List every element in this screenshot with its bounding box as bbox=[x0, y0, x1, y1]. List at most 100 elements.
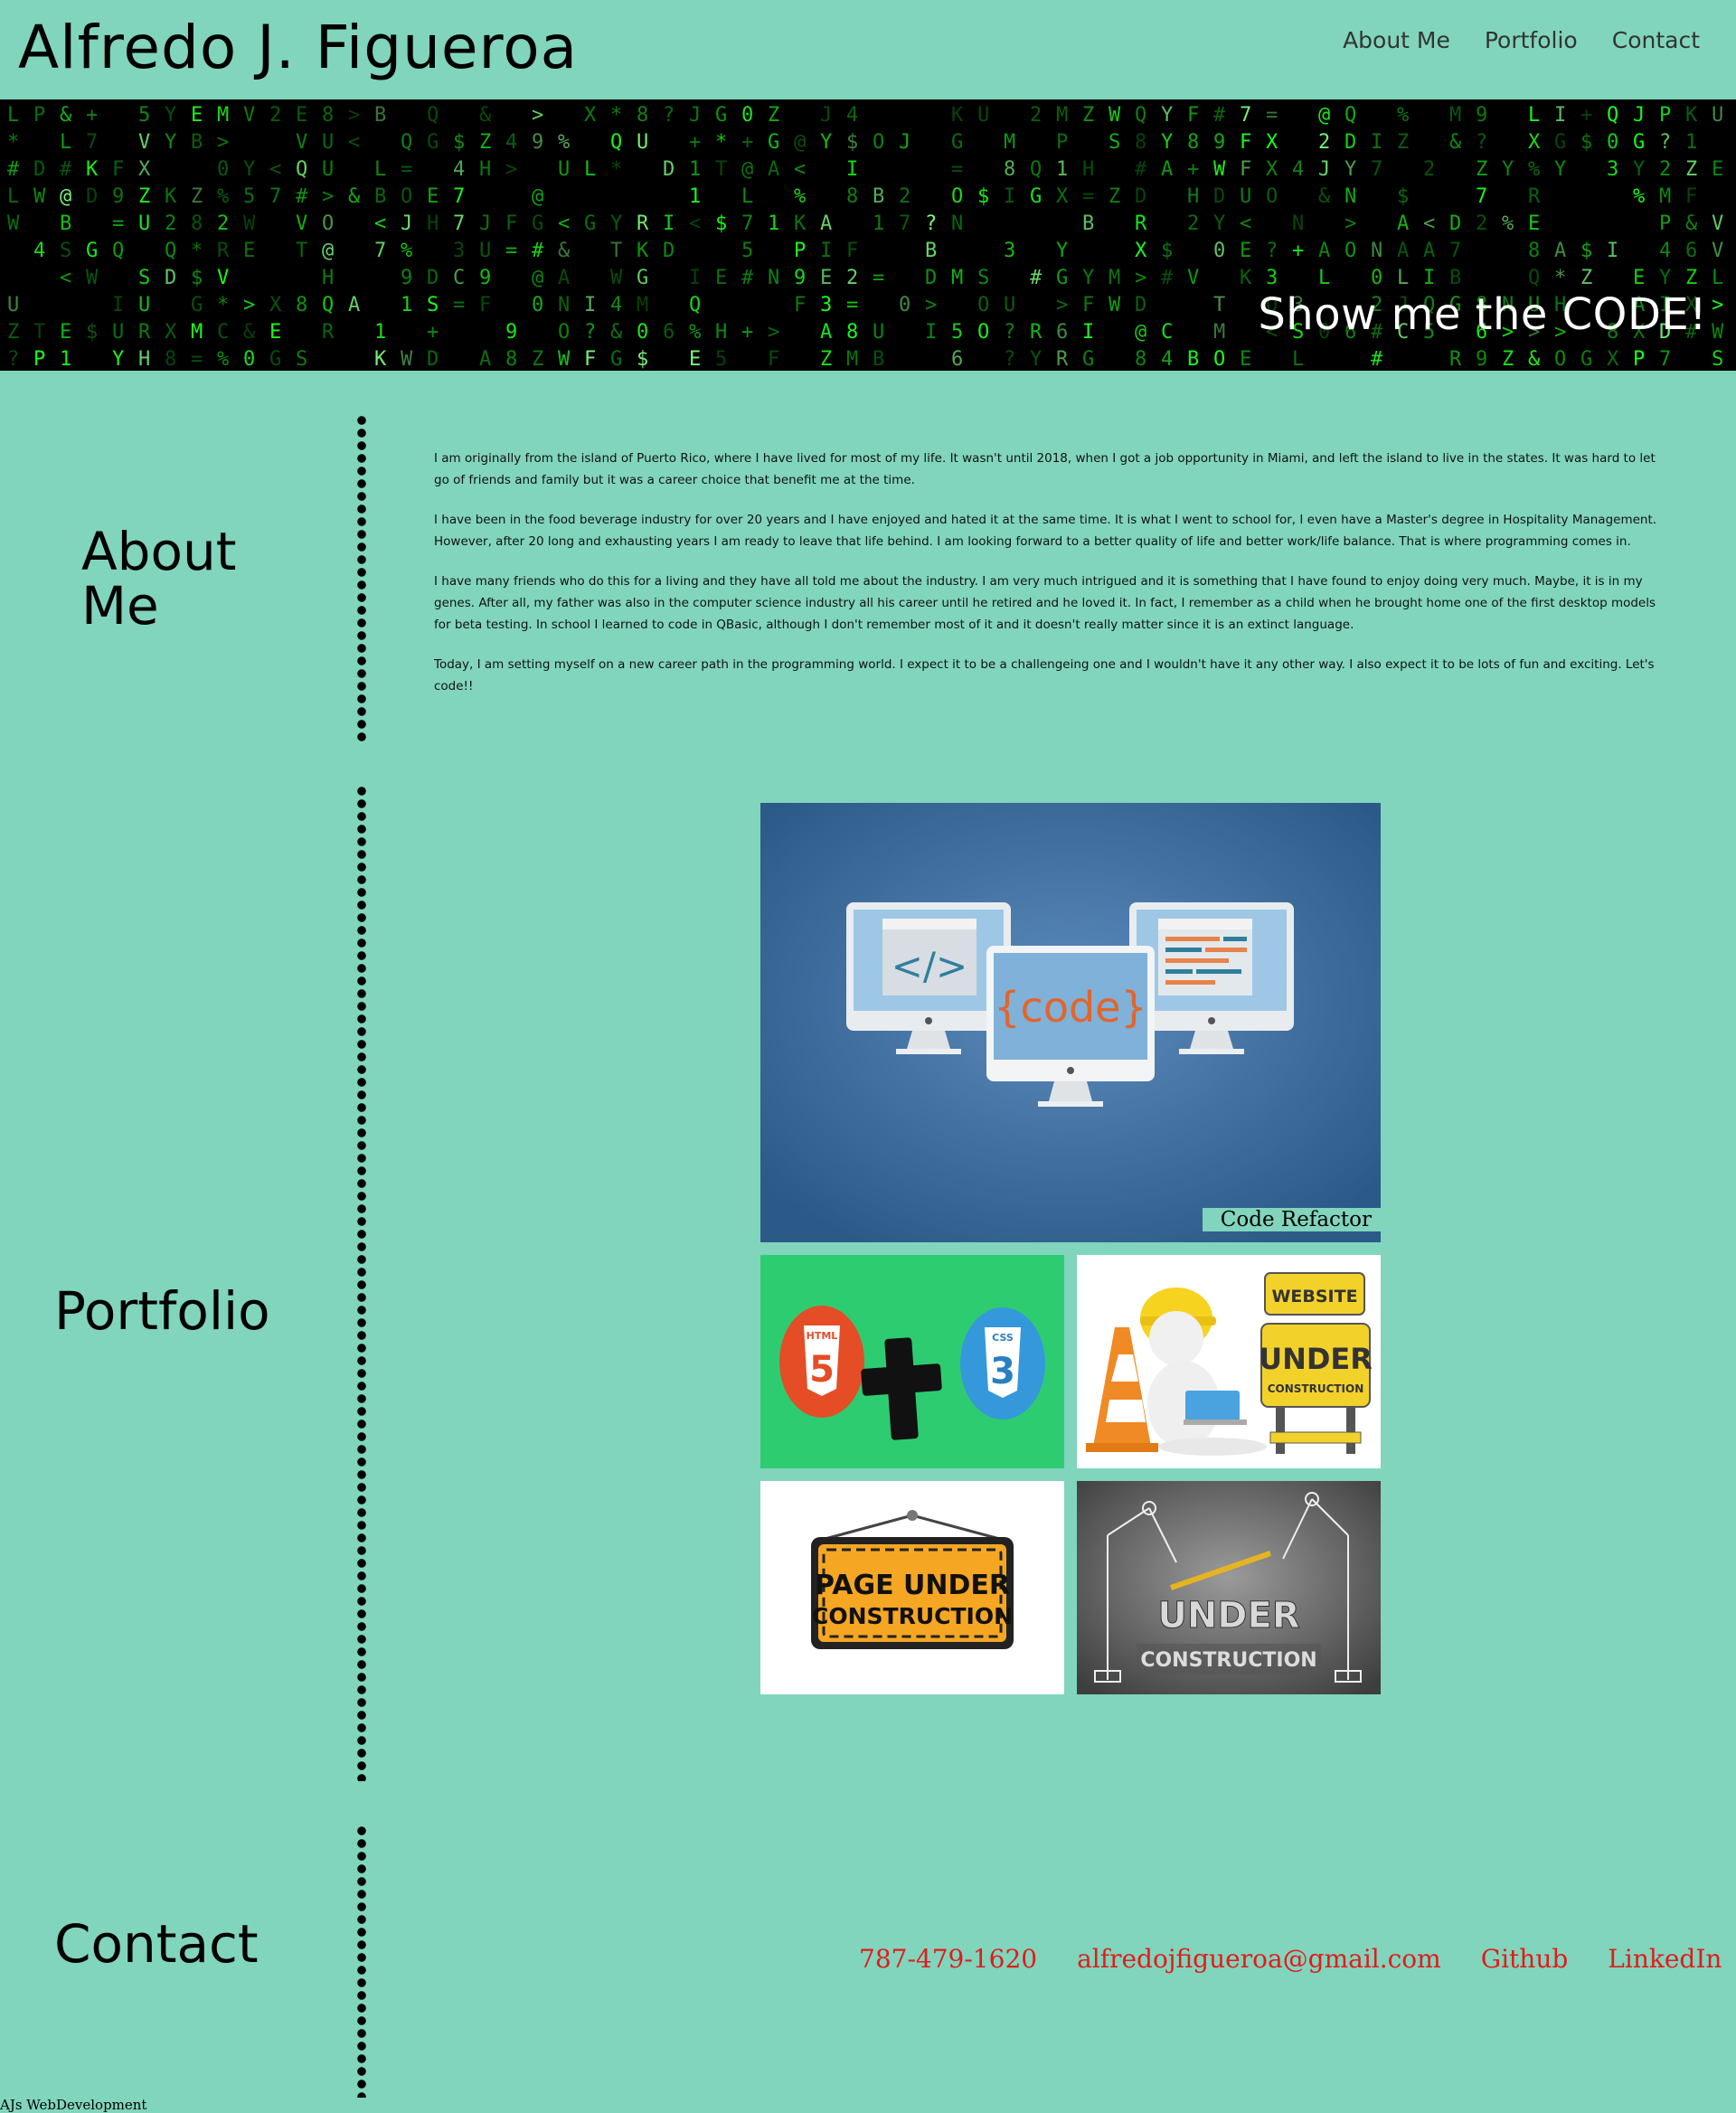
matrix-glyph: W bbox=[1109, 104, 1121, 127]
matrix-glyph: 6 bbox=[663, 321, 675, 344]
matrix-glyph: L bbox=[60, 131, 71, 154]
contact-email-link[interactable]: alfredojfigueroa@gmail.com bbox=[1077, 1944, 1441, 1974]
matrix-glyph: < bbox=[60, 267, 71, 289]
matrix-glyph: O bbox=[401, 185, 412, 208]
matrix-glyph: Q bbox=[296, 158, 307, 181]
robots-construction-text: CONSTRUCTION bbox=[1140, 1649, 1316, 1672]
matrix-glyph: ? bbox=[1476, 131, 1487, 154]
matrix-glyph: H bbox=[479, 158, 491, 181]
matrix-glyph: R bbox=[1030, 321, 1043, 344]
matrix-glyph: $ bbox=[977, 185, 989, 208]
matrix-glyph: R bbox=[138, 321, 151, 344]
matrix-glyph: O bbox=[1266, 185, 1278, 208]
matrix-glyph: Q bbox=[689, 294, 701, 316]
nav-portfolio[interactable]: Portfolio bbox=[1485, 27, 1578, 53]
matrix-glyph: P bbox=[1659, 212, 1671, 235]
matrix-glyph: = bbox=[191, 348, 203, 371]
matrix-glyph: B bbox=[60, 212, 71, 235]
portfolio-project-html-css[interactable]: HTML 5 CSS 3 bbox=[760, 1255, 1064, 1468]
matrix-glyph: 5 bbox=[951, 321, 963, 344]
matrix-glyph: G bbox=[1030, 185, 1042, 208]
matrix-glyph: Q bbox=[1607, 104, 1618, 127]
matrix-glyph: 7 bbox=[453, 185, 465, 208]
matrix-glyph: K bbox=[794, 212, 807, 235]
matrix-glyph: > bbox=[217, 131, 229, 154]
matrix-glyph: 3 bbox=[453, 240, 465, 262]
matrix-glyph: B bbox=[873, 185, 884, 208]
about-paragraph-4: Today, I am setting myself on a new care… bbox=[434, 657, 1655, 693]
matrix-glyph: ? bbox=[925, 212, 937, 235]
matrix-glyph: Y bbox=[1161, 104, 1173, 127]
matrix-glyph: F bbox=[112, 158, 124, 181]
page-construction-text: CONSTRUCTION bbox=[812, 1603, 1013, 1629]
matrix-glyph: = bbox=[453, 294, 465, 316]
contact-phone-link[interactable]: 787-479-1620 bbox=[859, 1944, 1037, 1974]
matrix-glyph: G bbox=[1082, 348, 1094, 371]
matrix-glyph: F bbox=[1082, 294, 1094, 316]
matrix-glyph: + bbox=[741, 131, 753, 154]
code-monitors-image: </> {code} bbox=[760, 803, 1381, 1242]
matrix-glyph: 5 bbox=[243, 185, 255, 208]
matrix-glyph: 2 bbox=[1423, 158, 1435, 181]
matrix-glyph: N bbox=[768, 267, 779, 289]
nav-about-me[interactable]: About Me bbox=[1343, 27, 1450, 53]
matrix-glyph: % bbox=[217, 348, 229, 371]
matrix-glyph: E bbox=[689, 348, 701, 371]
matrix-glyph: F bbox=[846, 240, 858, 262]
matrix-glyph: 2 bbox=[269, 104, 281, 127]
matrix-glyph: V bbox=[296, 212, 307, 235]
matrix-glyph: L bbox=[584, 158, 596, 181]
matrix-glyph: E bbox=[296, 104, 307, 127]
matrix-glyph: M bbox=[637, 294, 648, 316]
matrix-glyph: W bbox=[558, 348, 571, 371]
matrix-glyph: + bbox=[427, 321, 439, 344]
contact-heading: Contact bbox=[54, 1913, 259, 1975]
matrix-glyph: S bbox=[60, 240, 71, 262]
robots-under-text: UNDER bbox=[1157, 1595, 1299, 1637]
matrix-glyph: K bbox=[374, 348, 387, 371]
matrix-glyph: O bbox=[558, 321, 570, 344]
matrix-glyph: T bbox=[33, 321, 45, 344]
page-under-text: PAGE UNDER bbox=[815, 1570, 1010, 1601]
matrix-glyph: 3 bbox=[1266, 267, 1278, 289]
matrix-glyph: K bbox=[951, 104, 964, 127]
matrix-glyph: E bbox=[269, 321, 281, 344]
matrix-glyph: I bbox=[689, 267, 701, 289]
matrix-glyph: 7 bbox=[1476, 185, 1487, 208]
matrix-glyph: D bbox=[925, 267, 937, 289]
portfolio-project-under-construction-robots[interactable]: UNDER CONSTRUCTION bbox=[1077, 1481, 1381, 1694]
about-paragraph-2: I have been in the food beverage industr… bbox=[434, 513, 1657, 549]
portfolio-project-page-under-construction[interactable]: PAGE UNDER CONSTRUCTION bbox=[760, 1481, 1064, 1694]
matrix-glyph: I bbox=[1554, 104, 1566, 127]
matrix-glyph: U bbox=[138, 294, 150, 316]
matrix-glyph: G bbox=[637, 267, 648, 289]
matrix-glyph: < bbox=[374, 212, 386, 235]
matrix-glyph: Q bbox=[112, 240, 124, 262]
matrix-glyph: Q bbox=[1528, 267, 1540, 289]
matrix-glyph: $ bbox=[846, 131, 858, 154]
matrix-glyph: Z bbox=[7, 321, 19, 344]
matrix-glyph: X bbox=[165, 321, 177, 344]
matrix-glyph: 1 bbox=[689, 185, 701, 208]
portfolio-project-website-under-construction[interactable]: WEBSITE UNDER CONSTRUCTION bbox=[1077, 1255, 1381, 1468]
matrix-glyph: Y bbox=[165, 104, 176, 127]
matrix-glyph: Q bbox=[165, 240, 176, 262]
matrix-glyph: 4 bbox=[1659, 240, 1671, 262]
matrix-glyph: W bbox=[243, 212, 256, 235]
matrix-glyph: F bbox=[505, 212, 517, 235]
matrix-glyph: I bbox=[663, 212, 675, 235]
matrix-glyph: M bbox=[191, 321, 203, 344]
svg-text:5: 5 bbox=[809, 1349, 835, 1391]
nav-contact[interactable]: Contact bbox=[1612, 27, 1700, 53]
portfolio-main-project[interactable]: </> {code} Code Refactor bbox=[760, 803, 1381, 1242]
matrix-glyph: Y bbox=[1659, 267, 1671, 289]
contact-github-link[interactable]: Github bbox=[1481, 1944, 1569, 1974]
matrix-glyph: Q bbox=[322, 294, 334, 316]
matrix-glyph: W bbox=[1109, 294, 1121, 316]
contact-linkedin-link[interactable]: LinkedIn bbox=[1608, 1944, 1722, 1974]
matrix-glyph: & bbox=[348, 185, 361, 208]
matrix-glyph: 8 bbox=[1004, 158, 1015, 181]
matrix-glyph: E bbox=[243, 240, 255, 262]
matrix-glyph: G bbox=[610, 348, 622, 371]
matrix-glyph: 8 bbox=[1135, 131, 1146, 154]
